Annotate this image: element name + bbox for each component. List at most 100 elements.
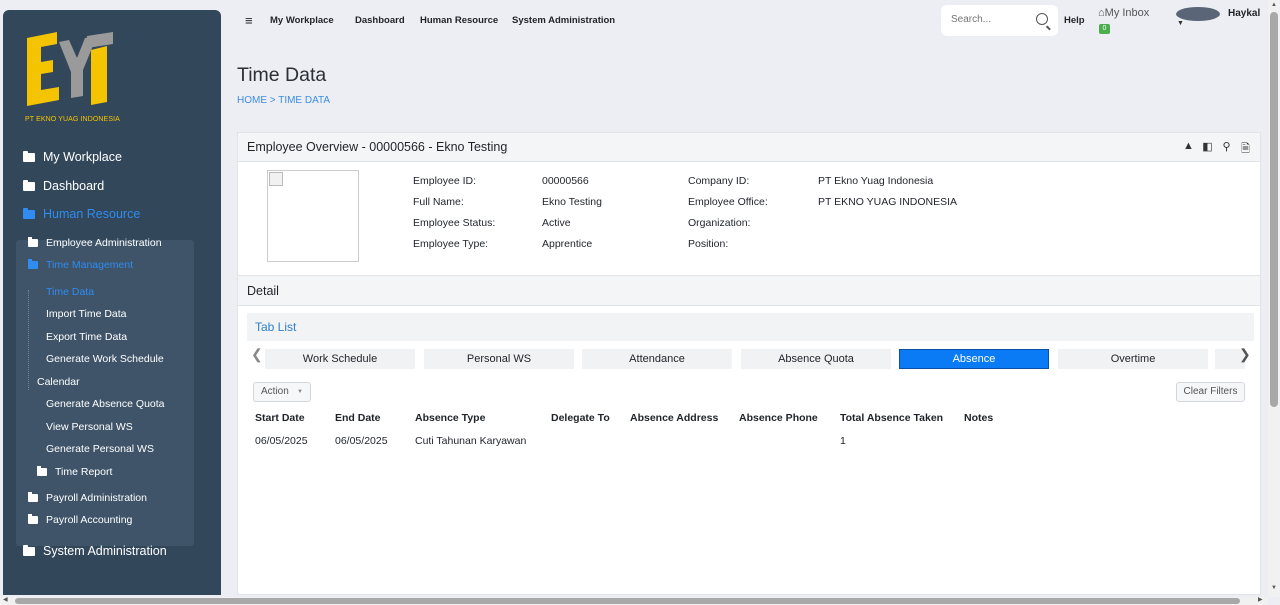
topnav-human-resource[interactable]: Human Resource <box>420 15 498 26</box>
horizontal-scroll-thumb[interactable] <box>15 598 1240 604</box>
top-bar: ≡ My Workplace Dashboard Human Resource … <box>236 0 1268 40</box>
column-header[interactable]: Total Absence Taken <box>840 412 943 424</box>
scroll-up-icon[interactable]: ▲ <box>1271 2 1277 8</box>
logo-subtitle: PT EKNO YUAG INDONESIA <box>25 116 120 123</box>
topnav-my-workplace[interactable]: My Workplace <box>270 15 334 26</box>
field-label: Employee ID: <box>413 175 477 187</box>
document-icon[interactable]: 🗎 <box>1239 140 1252 159</box>
folder-icon <box>23 207 35 219</box>
scroll-down-icon[interactable]: ▼ <box>1271 585 1277 591</box>
search-icon[interactable]: ⚲ <box>1220 140 1233 159</box>
table-cell: 1 <box>840 435 846 447</box>
back-icon[interactable]: ◧ <box>1201 140 1214 159</box>
column-header[interactable]: End Date <box>335 412 381 424</box>
sidebar-item-label: My Workplace <box>43 150 122 164</box>
help-link[interactable]: Help <box>1064 15 1085 26</box>
tab-work-schedule[interactable]: Work Schedule <box>265 349 415 369</box>
breadcrumb[interactable]: HOME > TIME DATA <box>237 95 330 106</box>
sidebar-item-label: Time Report <box>55 466 113 478</box>
sidebar-item-label: Generate Absence Quota <box>46 398 165 410</box>
topnav-system-administration[interactable]: System Administration <box>512 15 615 26</box>
scroll-left-icon[interactable]: ◀ <box>3 596 8 603</box>
sidebar-item-label: Generate Work Schedule <box>46 353 164 365</box>
sidebar-item-label: Employee Administration <box>46 237 162 249</box>
page-title: Time Data <box>237 64 327 86</box>
chevron-left-icon[interactable]: ❮ <box>251 346 263 363</box>
sidebar-item-employee-administration[interactable]: Employee Administration <box>28 237 162 249</box>
sidebar-item-my-workplace[interactable]: My Workplace <box>23 150 122 164</box>
tab-absence-quota[interactable]: Absence Quota <box>741 349 891 369</box>
vertical-scroll-thumb[interactable] <box>1270 12 1278 407</box>
chevron-down-icon[interactable]: ▼ <box>1177 20 1184 27</box>
tab-attendance[interactable]: Attendance <box>582 349 732 369</box>
main-panel: Employee Overview - 00000566 - Ekno Test… <box>237 132 1261 595</box>
sidebar-item-system-administration[interactable]: System Administration <box>23 544 167 558</box>
column-header[interactable]: Absence Type <box>415 412 485 424</box>
sidebar-item-label: Human Resource <box>43 207 141 221</box>
sidebar-item-time-report[interactable]: Time Report <box>37 466 112 478</box>
sidebar-item-time-management[interactable]: Time Management <box>28 259 133 271</box>
sidebar-item-label: Calendar <box>37 376 80 388</box>
sidebar-item-human-resource[interactable]: Human Resource <box>23 207 140 221</box>
folder-icon <box>23 544 35 556</box>
field-value: PT Ekno Yuag Indonesia <box>818 175 934 187</box>
sidebar-item-label: Payroll Administration <box>46 492 147 504</box>
folder-icon <box>23 150 35 162</box>
sidebar-item-generate-absence-quota[interactable]: Generate Absence Quota <box>46 398 165 410</box>
field-label: Organization: <box>688 217 751 229</box>
horizontal-scrollbar[interactable]: ◀ ▶ <box>0 597 1268 605</box>
sidebar-item-view-personal-ws[interactable]: View Personal WS <box>46 421 133 433</box>
column-header[interactable]: Start Date <box>255 412 305 424</box>
field-value: Active <box>542 217 571 229</box>
sidebar-item-import-time-data[interactable]: Import Time Data <box>46 308 127 320</box>
avatar[interactable] <box>1176 7 1220 21</box>
tree-connector <box>28 290 29 390</box>
sidebar-item-label: Payroll Accounting <box>46 514 133 526</box>
tab-overtime[interactable]: Overtime <box>1058 349 1208 369</box>
sidebar-item-payroll-administration[interactable]: Payroll Administration <box>28 492 147 504</box>
table-cell: 06/05/2025 <box>335 435 388 447</box>
sidebar-item-payroll-accounting[interactable]: Payroll Accounting <box>28 514 132 526</box>
clear-filters-button[interactable]: Clear Filters <box>1176 382 1245 402</box>
sidebar-item-label: Time Management <box>46 259 134 271</box>
sidebar-item-label: Dashboard <box>43 179 105 193</box>
sidebar-item-generate-personal-ws[interactable]: Generate Personal WS <box>46 443 154 455</box>
chevron-right-icon[interactable]: ❯ <box>1239 346 1251 363</box>
folder-icon <box>28 514 38 524</box>
inbox-label: My Inbox <box>1104 7 1150 19</box>
folder-icon <box>37 466 47 476</box>
sidebar-item-label: Generate Personal WS <box>46 443 154 455</box>
column-header[interactable]: Delegate To <box>551 412 610 424</box>
action-dropdown[interactable]: Action <box>253 382 311 402</box>
sidebar-item-dashboard[interactable]: Dashboard <box>23 179 104 193</box>
collapse-icon[interactable]: ▲ <box>1182 140 1195 159</box>
sidebar-item-generate-work-schedule[interactable]: Generate Work Schedule <box>46 353 164 365</box>
inbox-link[interactable]: ⌂My Inbox <box>1098 7 1149 19</box>
column-header[interactable]: Notes <box>964 412 993 424</box>
tab-personal-ws[interactable]: Personal WS <box>424 349 574 369</box>
tab-absence[interactable]: Absence <box>899 349 1049 369</box>
inbox-count-badge: 0 <box>1099 24 1110 34</box>
sidebar-item-calendar[interactable]: Calendar <box>37 376 80 388</box>
field-label: Employee Type: <box>413 238 489 250</box>
user-name[interactable]: Haykal <box>1228 8 1260 19</box>
detail-header: Detail <box>238 275 1260 306</box>
vertical-scrollbar[interactable]: ▲ ▼ <box>1268 0 1280 597</box>
company-logo[interactable] <box>25 30 125 130</box>
field-value: Ekno Testing <box>542 196 602 208</box>
scroll-right-icon[interactable]: ▶ <box>1258 596 1263 603</box>
column-header[interactable]: Absence Address <box>630 412 718 424</box>
field-label: Position: <box>688 238 729 250</box>
column-header[interactable]: Absence Phone <box>739 412 818 424</box>
folder-icon <box>28 492 38 502</box>
sidebar-item-label: View Personal WS <box>46 421 133 433</box>
search-input[interactable] <box>951 14 1031 25</box>
table-cell: 06/05/2025 <box>255 435 308 447</box>
sidebar-item-time-data[interactable]: Time Data <box>46 286 94 298</box>
search-icon[interactable] <box>1036 13 1048 25</box>
topnav-dashboard[interactable]: Dashboard <box>355 15 405 26</box>
field-label: Company ID: <box>688 175 750 187</box>
field-label: Employee Status: <box>413 217 496 229</box>
sidebar-item-export-time-data[interactable]: Export Time Data <box>46 331 127 343</box>
menu-icon[interactable]: ≡ <box>245 13 253 28</box>
